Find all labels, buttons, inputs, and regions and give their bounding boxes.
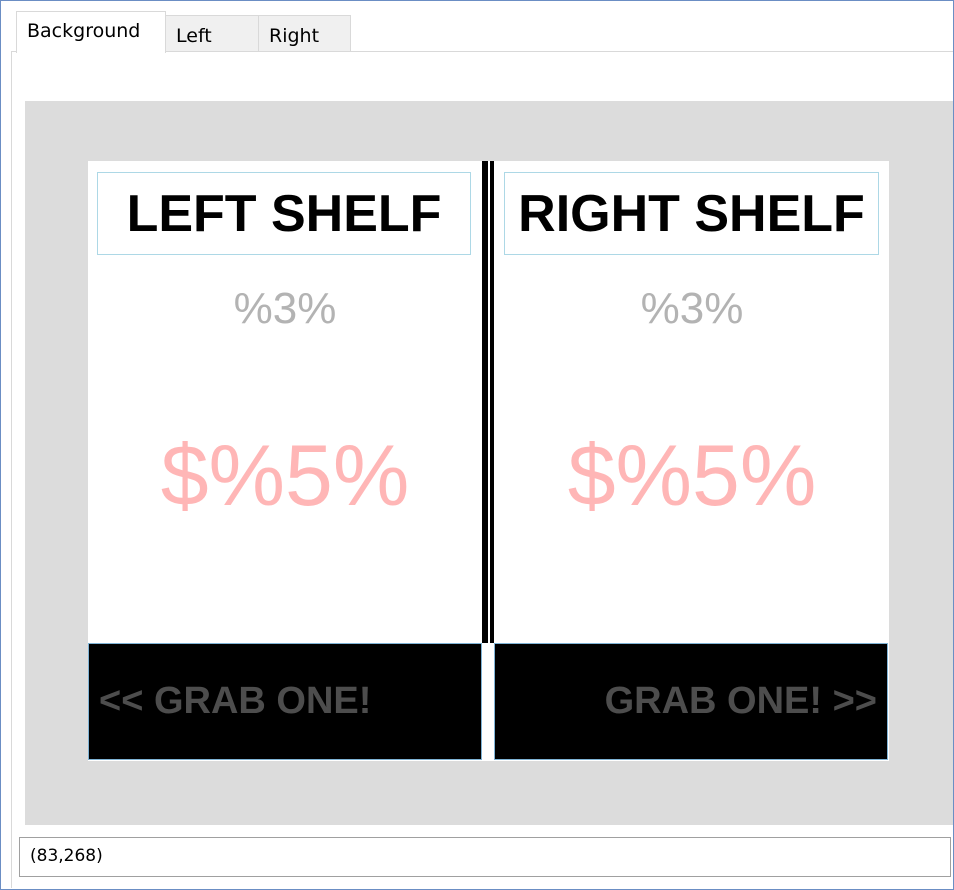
coordinates-field: (83,268)	[19, 837, 951, 877]
left-shelf-small-value[interactable]: %3%	[88, 284, 482, 340]
left-shelf-title[interactable]: LEFT SHELF	[97, 172, 471, 255]
editor-window: Background Left Right LEFT SHELF %3% $%5…	[0, 0, 954, 890]
tab-bar: Background Left Right	[1, 1, 953, 53]
shelf-divider-line-left	[482, 161, 488, 643]
tab-right[interactable]: Right	[258, 15, 351, 51]
left-grab-button[interactable]: << GRAB ONE!	[88, 643, 482, 760]
shelf-divider-line-right	[490, 161, 494, 643]
right-shelf-price[interactable]: $%5%	[495, 427, 889, 537]
right-shelf-title[interactable]: RIGHT SHELF	[504, 172, 879, 255]
tab-background[interactable]: Background	[16, 11, 166, 53]
tab-left[interactable]: Left	[165, 15, 259, 51]
right-grab-button[interactable]: GRAB ONE! >>	[494, 643, 888, 760]
right-shelf-small-value[interactable]: %3%	[495, 284, 889, 340]
left-shelf-price[interactable]: $%5%	[88, 427, 482, 537]
